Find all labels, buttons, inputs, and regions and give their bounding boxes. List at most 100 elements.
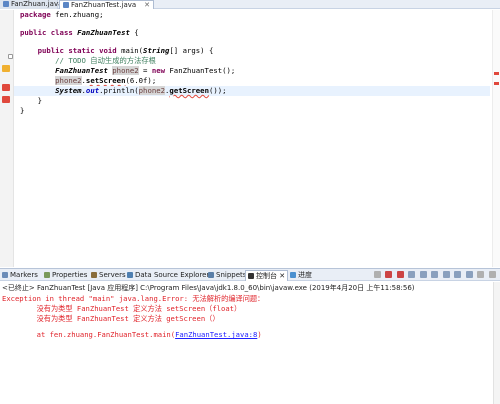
clear-console-icon[interactable] bbox=[408, 271, 416, 278]
tab-snippets[interactable]: Snippets bbox=[208, 270, 246, 281]
servers-icon bbox=[91, 272, 97, 278]
code-line-3: public class FanZhuanTest { bbox=[20, 28, 490, 38]
close-icon[interactable]: ✕ bbox=[279, 272, 285, 280]
console-toolbar bbox=[372, 270, 496, 280]
console-panel: Markers Properties Servers Data Source E… bbox=[0, 268, 500, 404]
method-call-error: setScreen bbox=[85, 76, 126, 85]
java-file-icon bbox=[3, 1, 9, 7]
console-line: at fen.zhuang.FanZhuanTest.main(FanZhuan… bbox=[2, 330, 262, 340]
tab-servers[interactable]: Servers bbox=[91, 270, 126, 281]
editor-tab-fanzhuantest[interactable]: FanZhuanTest.java ✕ bbox=[59, 0, 154, 9]
tab-console[interactable]: 控制台 ✕ bbox=[245, 270, 289, 281]
editor-vertical-ruler bbox=[0, 10, 14, 267]
console-scrollbar[interactable] bbox=[493, 282, 500, 404]
stack-frame: at fen.zhuang.FanZhuanTest.main( bbox=[2, 330, 176, 339]
progress-icon bbox=[290, 272, 296, 278]
console-icon bbox=[248, 273, 254, 279]
markers-icon bbox=[2, 272, 8, 278]
close-icon[interactable]: ✕ bbox=[144, 1, 150, 10]
brace: } bbox=[20, 106, 25, 115]
task-marker-icon[interactable] bbox=[2, 65, 10, 72]
display-console-icon[interactable] bbox=[454, 271, 462, 278]
method-call-error: getScreen bbox=[169, 86, 209, 95]
type-name: String bbox=[143, 46, 170, 55]
error-overview-mark[interactable] bbox=[494, 82, 499, 85]
keyword: public bbox=[37, 46, 64, 55]
tab-label: Snippets bbox=[216, 271, 247, 279]
local-variable: phone2 bbox=[55, 76, 82, 85]
console-line: 没有为类型 FanZhuanTest 定义方法 setScreen（float） bbox=[2, 304, 242, 313]
call-end: ()); bbox=[208, 86, 227, 95]
method-name: main( bbox=[116, 46, 144, 55]
overview-ruler[interactable] bbox=[492, 10, 500, 267]
tab-markers[interactable]: Markers bbox=[2, 270, 38, 281]
tab-label: Properties bbox=[52, 271, 88, 279]
tab-progress[interactable]: 进度 bbox=[290, 270, 312, 281]
scroll-lock-icon[interactable] bbox=[419, 271, 427, 278]
package-name: fen.zhuang; bbox=[50, 10, 104, 19]
code-line-11: } bbox=[20, 106, 490, 116]
error-overview-mark[interactable] bbox=[494, 72, 499, 75]
code-line-1: package fen.zhuang; bbox=[20, 10, 490, 20]
word-wrap-icon[interactable] bbox=[431, 271, 439, 278]
error-marker-icon[interactable] bbox=[2, 84, 10, 91]
code-line-5: public static void main(String[] args) { bbox=[20, 46, 490, 56]
properties-icon bbox=[44, 272, 50, 278]
local-variable: phone2 bbox=[138, 86, 166, 95]
static-field: out bbox=[85, 86, 100, 95]
database-icon bbox=[127, 272, 133, 278]
class-name: FanZhuanTest bbox=[77, 28, 130, 37]
editor-tab-label: FanZhuan.java bbox=[11, 0, 63, 8]
tab-label: Markers bbox=[10, 271, 38, 279]
console-line: Exception in thread "main" java.lang.Err… bbox=[2, 294, 265, 303]
code-line-7: FanZhuanTest phone2 = new FanZhuanTest()… bbox=[20, 66, 490, 76]
keyword: package bbox=[20, 10, 51, 19]
tab-label: Servers bbox=[99, 271, 126, 279]
type-name: FanZhuanTest bbox=[55, 66, 108, 75]
java-file-icon bbox=[63, 2, 69, 8]
editor-tab-bar: FanZhuan.java FanZhuanTest.java ✕ bbox=[0, 0, 500, 9]
minimize-icon[interactable] bbox=[477, 271, 485, 278]
tab-label: Data Source Explorer bbox=[135, 271, 210, 279]
stack-frame-end: ) bbox=[257, 330, 262, 339]
brace: } bbox=[37, 96, 42, 105]
pin-console-icon[interactable] bbox=[442, 271, 450, 278]
tab-label: 控制台 bbox=[256, 272, 277, 280]
snippets-icon bbox=[208, 272, 214, 278]
arguments: (6.0f); bbox=[125, 76, 157, 85]
editor-tab-label: FanZhuanTest.java bbox=[71, 1, 137, 9]
keyword: public bbox=[20, 28, 47, 37]
terminate-icon[interactable] bbox=[373, 271, 381, 278]
tab-properties[interactable]: Properties bbox=[44, 270, 87, 281]
code-editor[interactable]: package fen.zhuang; public class FanZhua… bbox=[0, 10, 500, 267]
type-name: System bbox=[55, 86, 82, 95]
error-marker-icon[interactable] bbox=[2, 96, 10, 103]
constructor-call: FanZhuanTest(); bbox=[165, 66, 236, 75]
code-line-10: } bbox=[20, 96, 490, 106]
tab-data-source-explorer[interactable]: Data Source Explorer bbox=[127, 270, 209, 281]
editor-tab-fanzhuan[interactable]: FanZhuan.java bbox=[0, 0, 62, 9]
local-variable: phone2 bbox=[112, 66, 139, 75]
brace: { bbox=[129, 28, 139, 37]
panel-tab-bar: Markers Properties Servers Data Source E… bbox=[0, 269, 500, 281]
keyword: void bbox=[99, 46, 117, 55]
code-line-9: System.out.println(phone2.getScreen()); bbox=[14, 86, 490, 96]
console-line: 没有为类型 FanZhuanTest 定义方法 getScreen（） bbox=[2, 314, 220, 323]
fold-toggle-icon[interactable] bbox=[8, 54, 13, 59]
maximize-icon[interactable] bbox=[489, 271, 496, 278]
keyword: static bbox=[68, 46, 95, 55]
params: [] args) { bbox=[169, 46, 214, 55]
method-call: .println( bbox=[99, 86, 139, 95]
todo-comment: // TODO 自动生成的方法存根 bbox=[55, 56, 156, 65]
console-launch-info: <已终止> FanZhuanTest [Java 应用程序] C:\Progra… bbox=[2, 284, 415, 292]
code-line-8: phone2.setScreen(6.0f); bbox=[20, 76, 490, 86]
tab-label: 进度 bbox=[298, 271, 312, 279]
source-link[interactable]: FanZhuanTest.java:8 bbox=[175, 330, 257, 339]
open-console-icon[interactable] bbox=[465, 271, 473, 278]
remove-launch-icon[interactable] bbox=[385, 271, 393, 278]
operator: = bbox=[138, 66, 152, 75]
code-line-6: // TODO 自动生成的方法存根 bbox=[20, 56, 490, 66]
remove-all-icon[interactable] bbox=[396, 271, 404, 278]
keyword: class bbox=[50, 28, 73, 37]
keyword: new bbox=[151, 66, 166, 75]
